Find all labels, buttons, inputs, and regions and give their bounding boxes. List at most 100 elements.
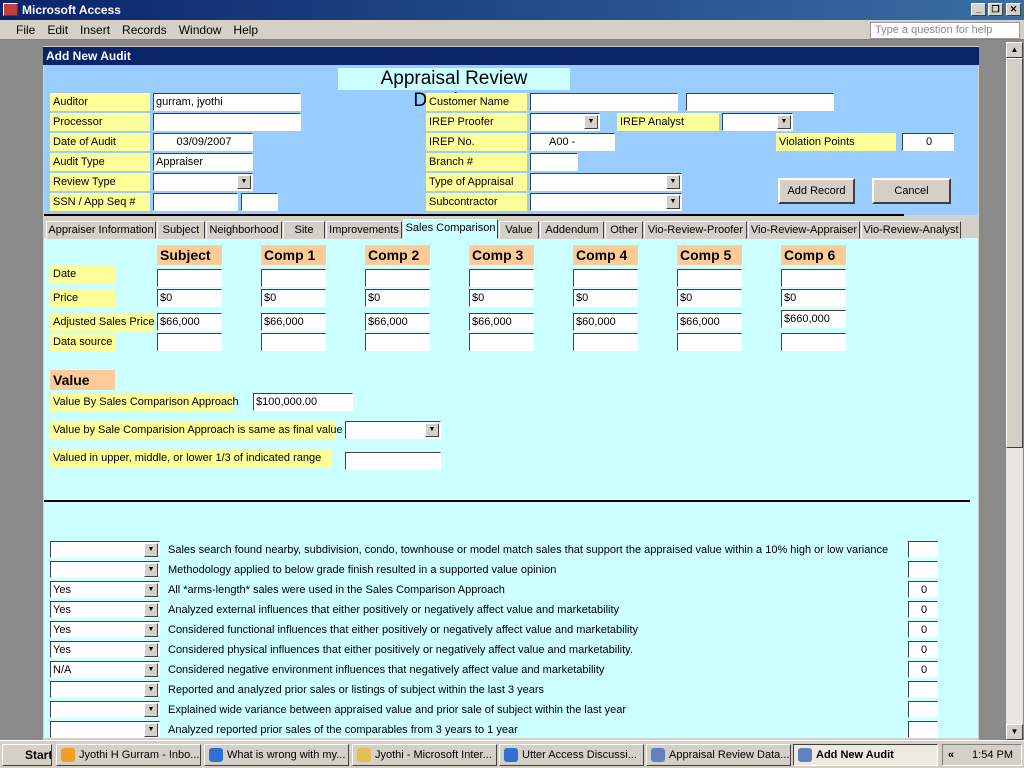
field-irep-proofer[interactable]: ▼ (530, 113, 600, 131)
source-input[interactable] (157, 333, 222, 351)
value-range-input[interactable] (345, 452, 441, 470)
chevron-down-icon[interactable]: ▼ (237, 175, 251, 189)
source-input[interactable] (781, 333, 846, 351)
date-input[interactable] (261, 269, 326, 287)
chevron-down-icon[interactable]: ▼ (144, 623, 158, 637)
taskbar-item[interactable]: Appraisal Review Data... (646, 744, 791, 766)
chevron-down-icon[interactable]: ▼ (666, 195, 680, 209)
date-input[interactable] (157, 269, 222, 287)
points-input[interactable]: 0 (908, 641, 938, 658)
chevron-down-icon[interactable]: ▼ (144, 583, 158, 597)
chevron-down-icon[interactable]: ▼ (777, 115, 791, 129)
field-date-of-audit[interactable]: 03/09/2007 (153, 133, 253, 151)
answer-select[interactable]: Yes ▼ (50, 641, 160, 658)
chevron-down-icon[interactable]: ▼ (144, 563, 158, 577)
menu-window[interactable]: Window (173, 20, 228, 40)
price-input[interactable]: $0 (157, 289, 222, 307)
taskbar-item[interactable]: Jyothi - Microsoft Inter... (352, 744, 497, 766)
field-type-of-appraisal[interactable]: ▼ (530, 173, 682, 191)
menu-help[interactable]: Help (227, 20, 264, 40)
close-button[interactable]: ✕ (1006, 3, 1021, 16)
adjusted-input[interactable]: $66,000 (365, 313, 430, 331)
source-input[interactable] (261, 333, 326, 351)
tab-appraiser-information[interactable]: Appraiser Information (46, 221, 156, 239)
field-irep-no-[interactable]: A00 - (530, 133, 615, 151)
tab-vio-review-analyst[interactable]: Vio-Review-Analyst (861, 221, 961, 239)
points-input[interactable] (908, 681, 938, 698)
adjusted-input[interactable]: $66,000 (469, 313, 534, 331)
price-input[interactable]: $0 (469, 289, 534, 307)
field-audit-type[interactable]: Appraiser (153, 153, 253, 171)
taskbar-item[interactable]: Utter Access Discussi... (499, 744, 644, 766)
answer-select[interactable]: ▼ (50, 561, 160, 578)
source-input[interactable] (677, 333, 742, 351)
tab-addendum[interactable]: Addendum (540, 221, 604, 239)
date-input[interactable] (573, 269, 638, 287)
price-input[interactable]: $0 (677, 289, 742, 307)
answer-select[interactable]: N/A ▼ (50, 661, 160, 678)
menu-insert[interactable]: Insert (74, 20, 116, 40)
points-input[interactable] (908, 541, 938, 558)
start-button[interactable]: Start (2, 744, 52, 766)
violation-points-input[interactable]: 0 (902, 133, 954, 151)
tab-other[interactable]: Other (605, 221, 643, 239)
date-input[interactable] (781, 269, 846, 287)
add-record-button[interactable]: Add Record (778, 178, 855, 204)
field-customer-name[interactable] (530, 93, 678, 111)
source-input[interactable] (573, 333, 638, 351)
tab-sales-comparison[interactable]: Sales Comparison (403, 219, 498, 239)
taskbar-item[interactable]: What is wrong with my... (204, 744, 349, 766)
field-auditor[interactable]: gurram, jyothi (153, 93, 301, 111)
field-processor[interactable] (153, 113, 301, 131)
points-input[interactable] (908, 561, 938, 578)
chevron-down-icon[interactable]: ▼ (584, 115, 598, 129)
menu-edit[interactable]: Edit (41, 20, 74, 40)
date-input[interactable] (677, 269, 742, 287)
price-input[interactable]: $0 (365, 289, 430, 307)
tray-expand-icon[interactable]: « (948, 745, 954, 765)
price-input[interactable]: $0 (573, 289, 638, 307)
source-input[interactable] (365, 333, 430, 351)
date-input[interactable] (365, 269, 430, 287)
scroll-up-icon[interactable]: ▲ (1006, 42, 1023, 58)
value-same-select[interactable]: ▼ (345, 421, 441, 439)
price-input[interactable]: $0 (261, 289, 326, 307)
points-input[interactable]: 0 (908, 621, 938, 638)
answer-select[interactable]: ▼ (50, 681, 160, 698)
tab-value[interactable]: Value (499, 221, 539, 239)
chevron-down-icon[interactable]: ▼ (425, 423, 439, 437)
points-input[interactable] (908, 721, 938, 738)
answer-select[interactable]: Yes ▼ (50, 581, 160, 598)
menu-records[interactable]: Records (116, 20, 173, 40)
customer-name-2-input[interactable] (686, 93, 834, 111)
restore-button[interactable]: ❐ (988, 3, 1003, 16)
minimize-button[interactable]: _ (971, 3, 986, 16)
answer-select[interactable]: ▼ (50, 701, 160, 718)
chevron-down-icon[interactable]: ▼ (144, 723, 158, 737)
tab-neighborhood[interactable]: Neighborhood (206, 221, 282, 239)
answer-select[interactable]: Yes ▼ (50, 601, 160, 618)
chevron-down-icon[interactable]: ▼ (144, 683, 158, 697)
tab-vio-review-proofer[interactable]: Vio-Review-Proofer (644, 221, 747, 239)
adjusted-input[interactable]: $660,000 (781, 310, 846, 328)
chevron-down-icon[interactable]: ▼ (666, 175, 680, 189)
vertical-scrollbar[interactable]: ▲ ▼ (1006, 42, 1023, 740)
value-by-sales-input[interactable]: $100,000.00 (253, 393, 353, 411)
irep-analyst-select[interactable]: ▼ (722, 113, 793, 131)
answer-select[interactable]: ▼ (50, 541, 160, 558)
field-subcontractor[interactable]: ▼ (530, 193, 682, 211)
app-seq-input[interactable] (241, 193, 278, 211)
scroll-down-icon[interactable]: ▼ (1006, 724, 1023, 740)
adjusted-input[interactable]: $66,000 (677, 313, 742, 331)
price-input[interactable]: $0 (781, 289, 846, 307)
taskbar-item[interactable]: Jyothi H Gurram - Inbo... (56, 744, 201, 766)
chevron-down-icon[interactable]: ▼ (144, 663, 158, 677)
chevron-down-icon[interactable]: ▼ (144, 643, 158, 657)
points-input[interactable]: 0 (908, 581, 938, 598)
answer-select[interactable]: ▼ (50, 721, 160, 738)
help-search-input[interactable]: Type a question for help (870, 22, 1020, 39)
points-input[interactable] (908, 701, 938, 718)
answer-select[interactable]: Yes ▼ (50, 621, 160, 638)
chevron-down-icon[interactable]: ▼ (144, 703, 158, 717)
tab-improvements[interactable]: Improvements (326, 221, 402, 239)
